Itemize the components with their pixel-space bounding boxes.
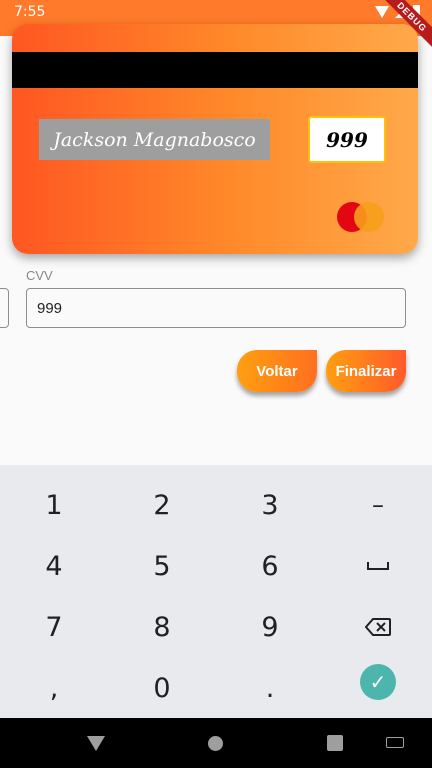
key-space[interactable] — [324, 536, 432, 596]
key-3[interactable]: 3 — [216, 475, 324, 535]
cvv-input-value: 999 — [37, 299, 63, 317]
wifi-icon — [375, 5, 389, 18]
key-minus[interactable]: – — [324, 475, 432, 535]
key-backspace[interactable] — [324, 597, 432, 657]
mastercard-yellow-circle — [354, 202, 384, 232]
key-period[interactable]: . — [216, 658, 324, 718]
credit-card-back: Jackson Magnabosco 999 — [12, 24, 418, 254]
numeric-keyboard: 1 2 3 – 4 5 6 7 8 9 , 0 . ✓ — [0, 465, 432, 718]
key-6[interactable]: 6 — [216, 536, 324, 596]
status-bar: 7:55 — [0, 0, 432, 24]
previous-field-edge[interactable] — [0, 288, 9, 328]
key-9[interactable]: 9 — [216, 597, 324, 657]
mastercard-logo-icon — [337, 202, 385, 234]
card-holder-signature: Jackson Magnabosco — [39, 119, 270, 160]
magnetic-stripe — [12, 52, 418, 88]
nav-home-icon[interactable] — [208, 736, 223, 751]
backspace-icon — [365, 618, 391, 636]
space-icon — [367, 562, 389, 570]
key-0[interactable]: 0 — [108, 658, 216, 718]
key-5[interactable]: 5 — [108, 536, 216, 596]
cvv-input[interactable]: 999 — [26, 288, 406, 328]
key-1[interactable]: 1 — [0, 475, 108, 535]
card-cvv-display: 999 — [308, 116, 386, 163]
key-7[interactable]: 7 — [0, 597, 108, 657]
checkmark-icon: ✓ — [360, 664, 396, 700]
key-comma[interactable]: , — [0, 658, 108, 718]
keyboard-switch-icon[interactable] — [386, 737, 404, 748]
key-8[interactable]: 8 — [108, 597, 216, 657]
back-button[interactable]: Voltar — [237, 350, 317, 392]
status-time: 7:55 — [14, 4, 46, 20]
nav-recents-icon[interactable] — [327, 735, 343, 751]
finish-button[interactable]: Finalizar — [326, 350, 406, 392]
key-2[interactable]: 2 — [108, 475, 216, 535]
system-nav-bar — [0, 718, 432, 768]
nav-back-icon[interactable] — [87, 736, 105, 751]
key-4[interactable]: 4 — [0, 536, 108, 596]
cvv-label: CVV — [26, 268, 53, 283]
key-enter[interactable]: ✓ — [324, 652, 432, 712]
